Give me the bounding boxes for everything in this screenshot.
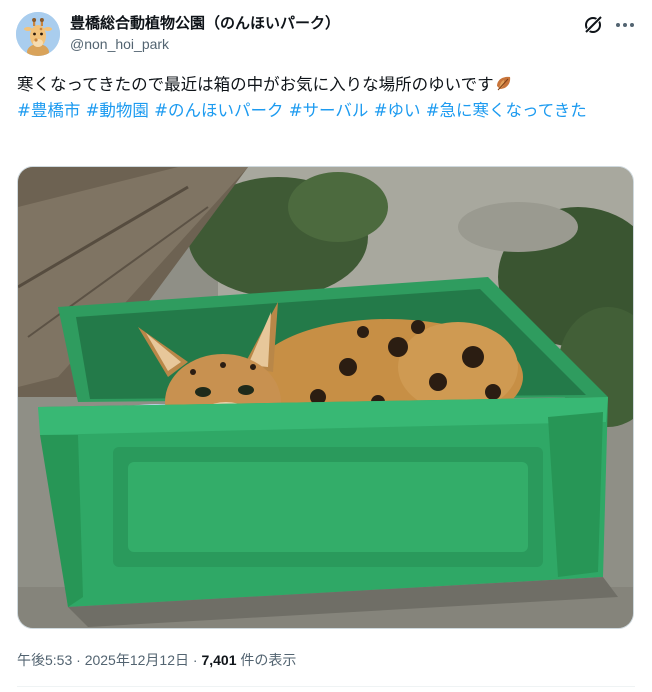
hashtag-link[interactable]: #動物園	[86, 101, 149, 120]
more-dots-icon	[616, 23, 634, 27]
grok-slash-icon	[584, 15, 603, 34]
hashtag-link[interactable]: #急に寒くなってきた	[426, 101, 587, 120]
hashtag-link[interactable]: #ゆい	[374, 101, 421, 120]
views-count: 7,401	[201, 652, 237, 668]
post-time[interactable]: 午後5:53	[17, 652, 72, 668]
post-date[interactable]: 2025年12月12日	[85, 652, 189, 668]
hashtag-link[interactable]: #豊橋市	[17, 101, 80, 120]
grok-button[interactable]	[582, 14, 604, 36]
hashtag-link[interactable]: #サーバル	[289, 101, 369, 120]
meta-separator: ·	[192, 652, 198, 668]
author-avatar[interactable]	[16, 12, 60, 56]
divider	[17, 686, 635, 687]
post: 豊橋総合動植物公園（のんほいパーク） @non_hoi_park 寒くなってきた…	[0, 0, 652, 692]
post-meta: 午後5:53 · 2025年12月12日 · 7,401 件の表示	[17, 650, 296, 670]
more-options-button[interactable]	[614, 14, 636, 36]
giraffe-avatar-icon	[16, 12, 60, 56]
post-text: 寒くなってきたので最近は箱の中がお気に入りな場所のゆいです #豊橋市 #動物園 …	[17, 72, 637, 124]
hashtag-list: #豊橋市 #動物園 #のんほいパーク #サーバル #ゆい #急に寒くなってきた	[17, 101, 587, 120]
author-handle[interactable]: @non_hoi_park	[70, 34, 340, 54]
serval-in-green-crate-photo	[18, 167, 633, 628]
hashtag-link[interactable]: #のんほいパーク	[154, 101, 283, 120]
author-display-name[interactable]: 豊橋総合動植物公園（のんほいパーク）	[70, 13, 340, 33]
post-body: 寒くなってきたので最近は箱の中がお気に入りな場所のゆいです	[17, 75, 494, 94]
views-label: 件の表示	[240, 652, 297, 668]
fallen-leaf-icon	[496, 76, 510, 91]
author-info: 豊橋総合動植物公園（のんほいパーク） @non_hoi_park	[70, 13, 340, 54]
meta-separator: ·	[76, 652, 81, 668]
post-photo[interactable]	[17, 166, 634, 629]
